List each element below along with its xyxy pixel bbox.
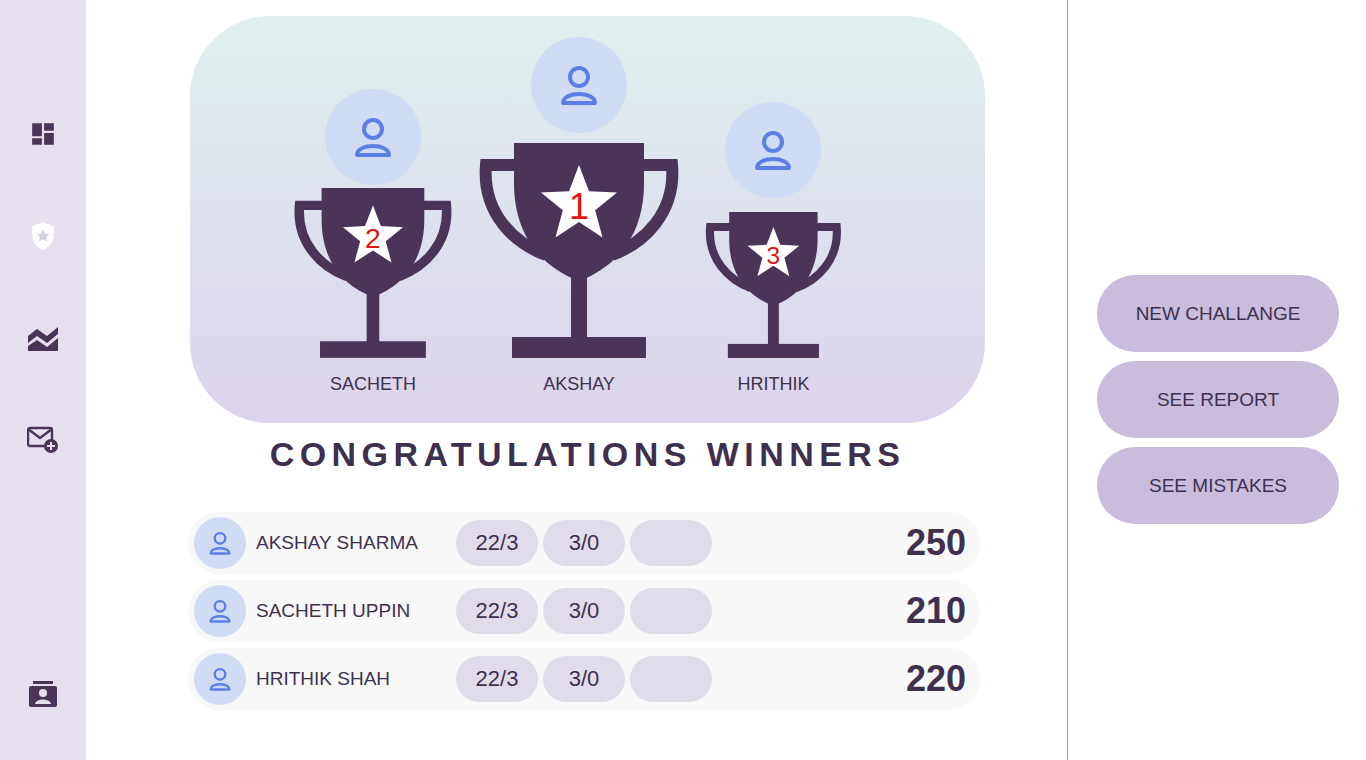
area-chart-icon — [27, 324, 59, 352]
winner-name: AKSHAY — [543, 374, 615, 395]
congrats-title: CONGRATULATIONS WINNERS — [190, 435, 985, 474]
main-panel: 2 SACHETH 1 AKSHAY 3 HRITHIK CONGRATULATIONS W… — [86, 0, 1068, 760]
score-list: AKSHAY SHARMA22/33/0250SACHETH UPPIN22/3… — [188, 512, 980, 710]
winner-avatar — [325, 89, 421, 185]
sidebar-item[interactable] — [23, 116, 63, 152]
player-avatar — [194, 585, 246, 637]
score-row[interactable]: AKSHAY SHARMA22/33/0 250 — [188, 512, 980, 574]
winner-name: SACHETH — [330, 374, 416, 395]
person-icon — [749, 126, 797, 174]
player-score: 210 — [906, 590, 966, 632]
svg-text:1: 1 — [569, 186, 589, 227]
svg-text:3: 3 — [767, 241, 781, 268]
contacts-icon — [27, 680, 59, 708]
winner-name: HRITHIK — [737, 374, 809, 395]
score-row[interactable]: HRITHIK SHAH22/33/0 220 — [188, 648, 980, 710]
stat-pill: 22/3 — [456, 656, 538, 702]
leaderboard-page: 2 SACHETH 1 AKSHAY 3 HRITHIK CONGRATULATIONS W… — [0, 0, 1366, 760]
player-score: 220 — [906, 658, 966, 700]
sidebar-item[interactable] — [23, 218, 63, 254]
sidebar-item[interactable] — [23, 676, 63, 712]
stat-pill — [630, 656, 712, 702]
stat-pill: 3/0 — [543, 520, 625, 566]
player-score: 250 — [906, 522, 966, 564]
winner-avatar — [725, 102, 821, 198]
player-name: HRITHIK SHAH — [256, 668, 456, 690]
stat-pill — [630, 588, 712, 634]
mail-add-icon — [27, 426, 59, 454]
podium-place: 3 HRITHIK — [702, 102, 845, 395]
svg-text:2: 2 — [365, 222, 381, 254]
podium-card: 2 SACHETH 1 AKSHAY 3 HRITHIK — [190, 16, 985, 423]
stat-pill: 22/3 — [456, 588, 538, 634]
player-avatar — [194, 517, 246, 569]
podium-place: 1 AKSHAY — [474, 37, 684, 395]
action-button[interactable]: NEW CHALLANGE — [1097, 275, 1339, 352]
player-avatar — [194, 653, 246, 705]
action-button[interactable]: SEE MISTAKES — [1097, 447, 1339, 524]
trophy-icon: 2 — [290, 188, 456, 358]
person-icon — [555, 61, 603, 109]
person-icon — [206, 529, 234, 557]
podium-place: 2 SACHETH — [290, 89, 456, 395]
sidebar-item[interactable] — [23, 320, 63, 356]
dashboard-icon — [30, 121, 56, 147]
player-name: AKSHAY SHARMA — [256, 532, 456, 554]
action-panel: NEW CHALLANGE SEE REPORT SEE MISTAKES — [1068, 0, 1366, 760]
stat-pill: 3/0 — [543, 588, 625, 634]
sidebar-item[interactable] — [23, 422, 63, 458]
winner-avatar — [531, 37, 627, 133]
person-icon — [206, 597, 234, 625]
stat-pill: 3/0 — [543, 656, 625, 702]
person-icon — [206, 665, 234, 693]
sidebar — [0, 0, 86, 760]
action-button[interactable]: SEE REPORT — [1097, 361, 1339, 438]
player-name: SACHETH UPPIN — [256, 600, 456, 622]
score-row[interactable]: SACHETH UPPIN22/33/0 210 — [188, 580, 980, 642]
stat-pill — [630, 520, 712, 566]
trophy-icon: 3 — [702, 212, 845, 358]
trophy-icon: 1 — [474, 143, 684, 358]
person-icon — [349, 113, 397, 161]
stat-pill: 22/3 — [456, 520, 538, 566]
badge-icon — [30, 221, 56, 251]
